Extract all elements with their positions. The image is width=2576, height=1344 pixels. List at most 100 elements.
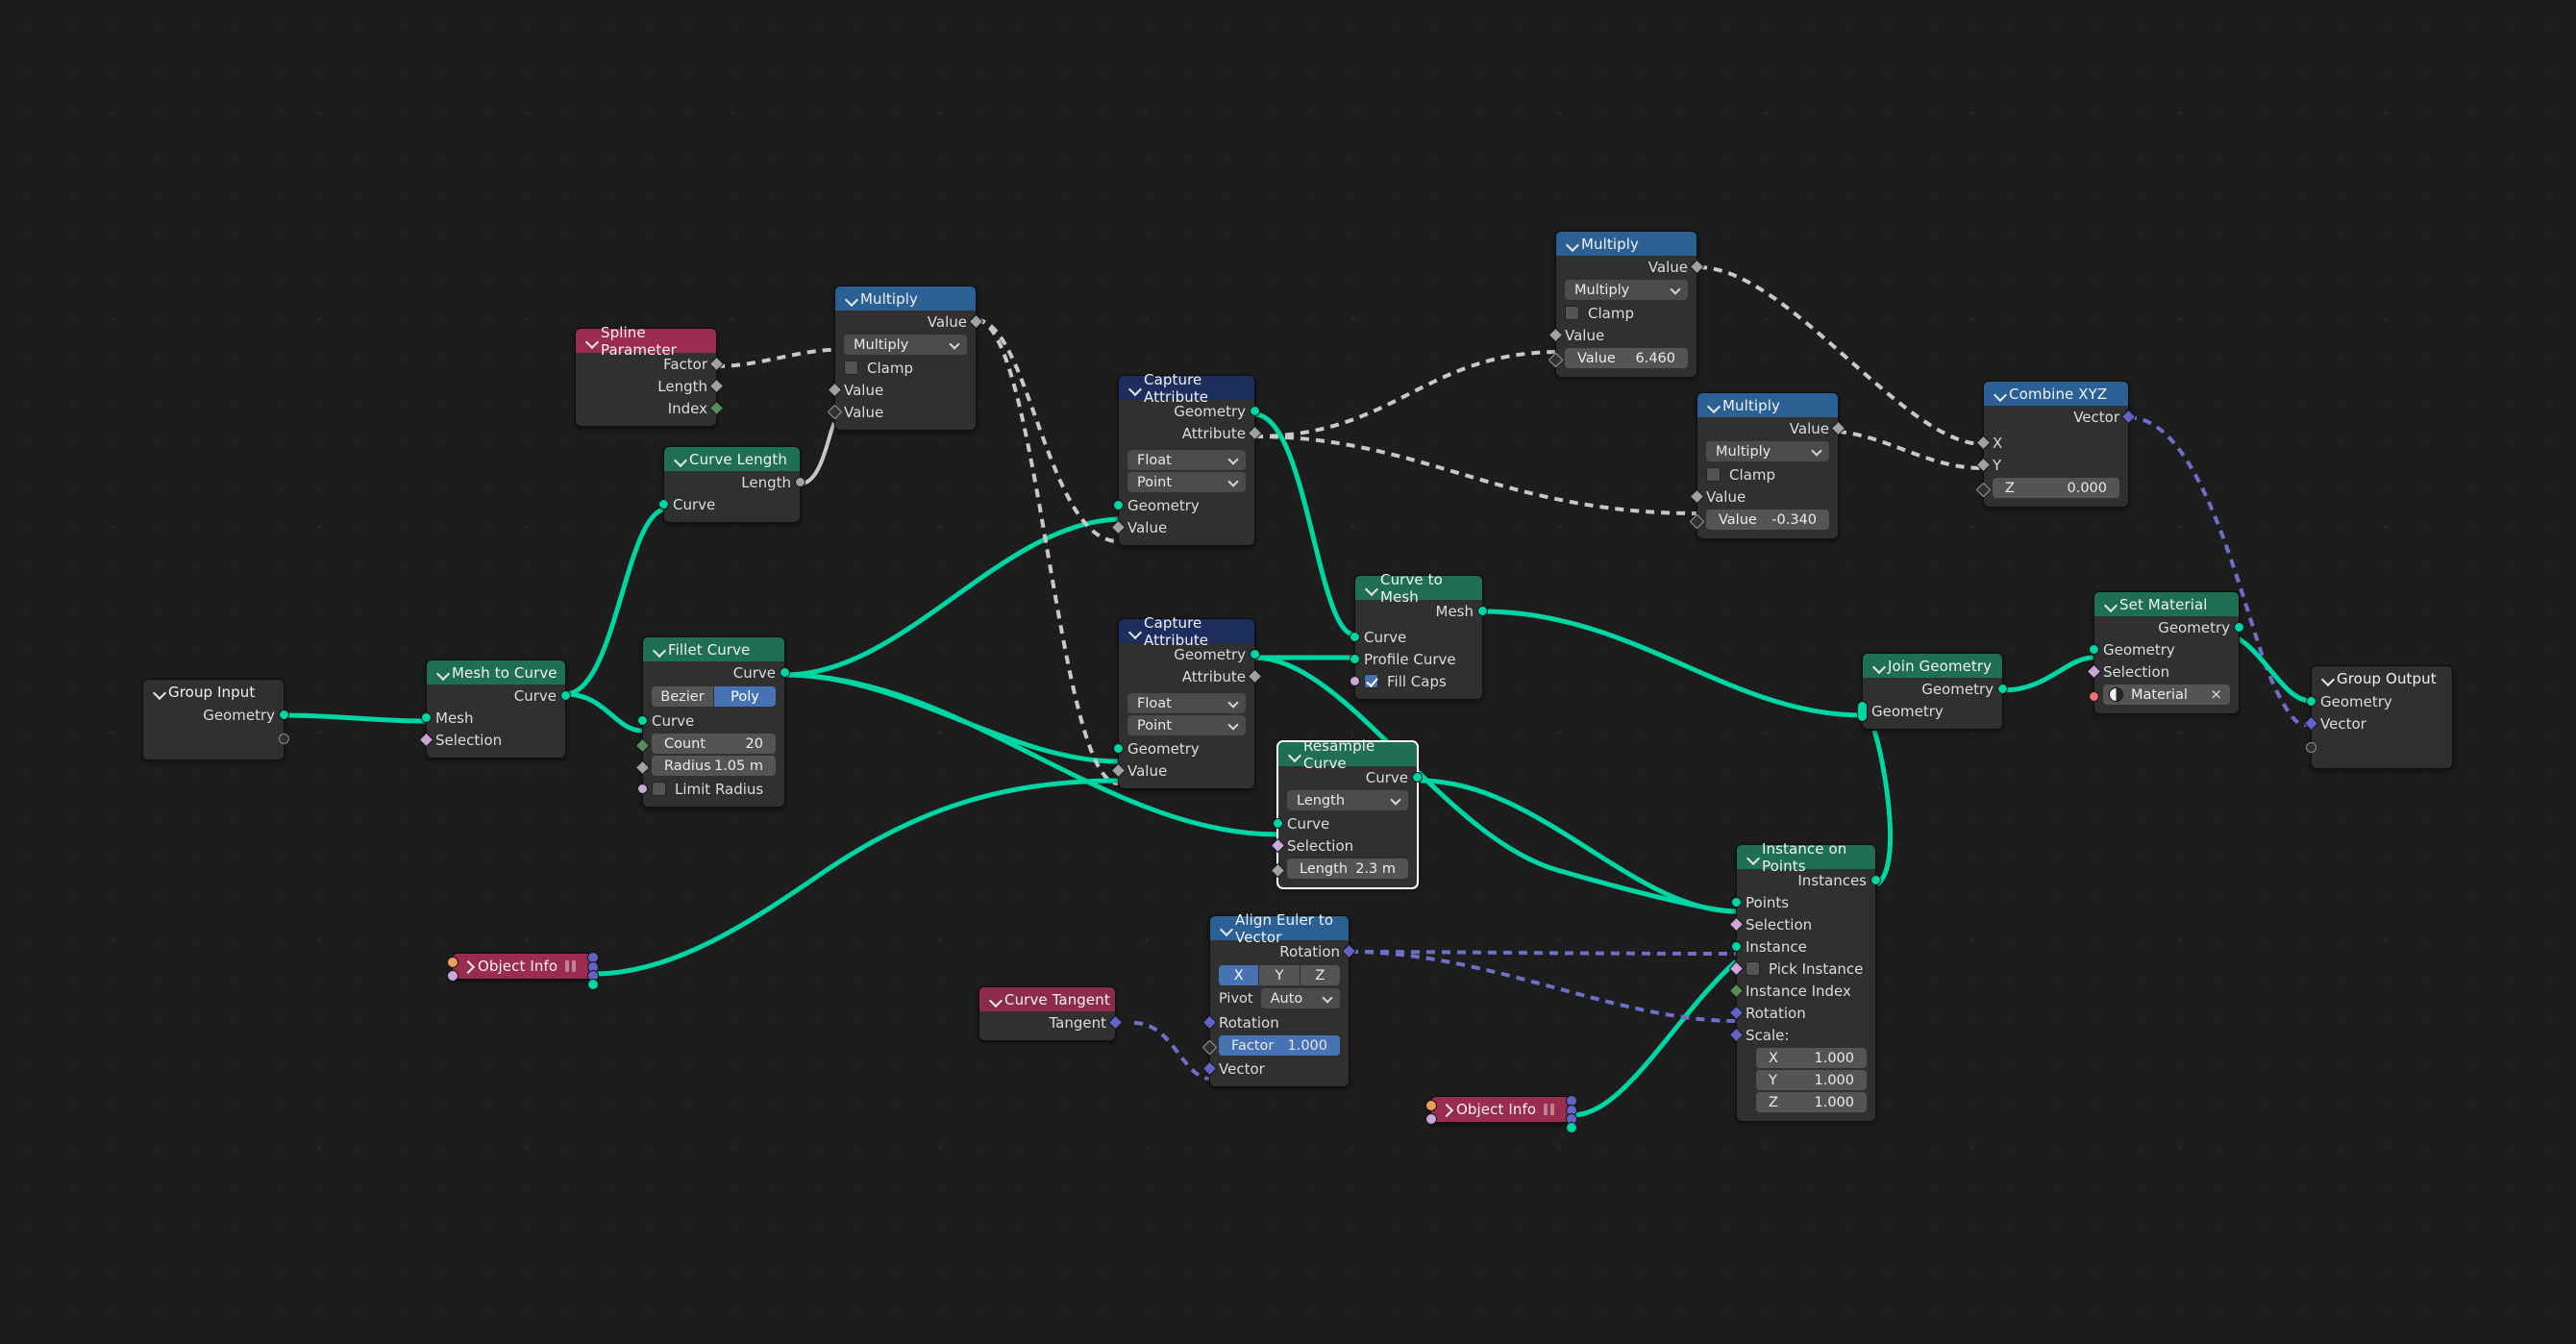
clamp-row[interactable]: Clamp	[835, 357, 976, 379]
socket-geometry-out[interactable]	[279, 709, 289, 720]
axis-z-button[interactable]: Z	[1300, 965, 1340, 985]
pivot-dropdown[interactable]: Auto	[1260, 988, 1340, 1008]
collapse-triangle-icon[interactable]	[2103, 596, 2119, 612]
socket-factor-in[interactable]	[1201, 1039, 1218, 1056]
pick-instance-checkbox[interactable]	[1746, 961, 1760, 976]
socket-fill-caps-in[interactable]	[1350, 676, 1360, 686]
socket-profile-curve-in[interactable]	[1350, 654, 1360, 664]
socket-geometry-in[interactable]	[1113, 500, 1124, 510]
node-header[interactable]: Group Input	[143, 680, 284, 704]
node-header[interactable]: Align Euler to Vector	[1210, 911, 1349, 946]
collapse-triangle-icon[interactable]	[1127, 623, 1144, 639]
socket-limit-radius-in[interactable]	[637, 784, 648, 794]
factor-slider[interactable]: Factor 1.000	[1219, 1035, 1340, 1056]
socket-selection-in[interactable]	[418, 732, 434, 748]
socket-vector-in[interactable]	[2303, 715, 2319, 732]
socket-rotation-in[interactable]	[1201, 1014, 1218, 1031]
operation-dropdown[interactable]: Multiply	[1706, 441, 1829, 461]
socket-curve-in[interactable]	[1350, 632, 1360, 642]
node-mesh-to-curve[interactable]: Mesh to Curve Curve Mesh Selection	[418, 660, 571, 759]
collapse-triangle-icon[interactable]	[1287, 746, 1303, 762]
axis-toggle[interactable]: X Y Z	[1219, 965, 1340, 985]
socket-length-out[interactable]	[708, 378, 725, 394]
node-header[interactable]: Object Info	[1431, 1097, 1572, 1122]
socket-selection-in[interactable]	[2086, 663, 2102, 680]
data-type-dropdown[interactable]: Float	[1127, 450, 1246, 470]
socket-object-in[interactable]	[1425, 1100, 1437, 1111]
socket-value-in[interactable]	[1110, 519, 1127, 535]
length-field[interactable]: Length 2.3 m	[1287, 859, 1408, 879]
socket-value-in[interactable]	[1689, 488, 1705, 505]
collapse-triangle-icon[interactable]	[652, 641, 668, 658]
socket-curve-in[interactable]	[1273, 818, 1283, 829]
scale-x-field[interactable]: X 1.000	[1756, 1048, 1867, 1068]
socket-material-in[interactable]	[2089, 691, 2099, 702]
node-header[interactable]: Object Info	[453, 954, 593, 979]
socket-rotation-in[interactable]	[1728, 1005, 1745, 1021]
collapse-triangle-icon[interactable]	[673, 451, 689, 467]
value-field[interactable]: Value 6.460	[1565, 348, 1688, 368]
socket-value-in[interactable]	[1110, 762, 1127, 779]
socket-index-out[interactable]	[708, 400, 725, 416]
collapse-triangle-icon[interactable]	[1127, 380, 1144, 396]
node-header[interactable]: Group Output	[2312, 666, 2452, 690]
node-curve-to-mesh[interactable]: Curve to Mesh Mesh Curve Profile Curve F…	[1350, 571, 1488, 700]
clamp-checkbox[interactable]	[1565, 306, 1579, 320]
socket-z-in[interactable]	[1975, 482, 1992, 498]
clamp-checkbox[interactable]	[1706, 467, 1721, 482]
node-resample-curve[interactable]: Resample Curve Curve Length Curve Select…	[1270, 737, 1423, 888]
socket-y-in[interactable]	[1975, 457, 1992, 473]
socket-curve-out[interactable]	[1412, 772, 1423, 783]
collapse-triangle-icon[interactable]	[1706, 397, 1722, 413]
socket-instance-index-in[interactable]	[1728, 983, 1745, 999]
socket-length-in[interactable]	[1270, 862, 1286, 879]
socket-geometry-in[interactable]	[2089, 644, 2099, 655]
node-header[interactable]: Capture Attribute	[1119, 371, 1254, 406]
socket-selection-in[interactable]	[1728, 916, 1745, 933]
node-multiply-low[interactable]: Multiply Value Multiply Clamp Value Valu…	[1689, 392, 1846, 539]
node-curve-length[interactable]: Curve Length Length Curve	[658, 446, 805, 523]
node-header[interactable]: Mesh to Curve	[427, 660, 565, 684]
fillet-mode-bezier[interactable]: Bezier	[652, 686, 714, 707]
socket-radius-in[interactable]	[634, 759, 651, 776]
socket-instances-out[interactable]	[1870, 875, 1881, 885]
socket-value-field-in[interactable]	[1548, 352, 1564, 368]
socket-virtual-in[interactable]	[2306, 742, 2316, 753]
node-spline-parameter[interactable]: Spline Parameter Factor Length Index	[575, 324, 725, 427]
collapse-triangle-icon[interactable]	[1565, 236, 1581, 252]
socket-scale-in[interactable]	[1728, 1027, 1745, 1043]
socket-value-out[interactable]	[1830, 420, 1846, 436]
scale-y-field[interactable]: Y 1.000	[1756, 1070, 1867, 1090]
socket-value-out[interactable]	[968, 313, 984, 330]
operation-dropdown[interactable]: Multiply	[1565, 280, 1688, 300]
node-header[interactable]: Resample Curve	[1278, 737, 1417, 772]
fillet-mode-poly[interactable]: Poly	[714, 686, 776, 707]
clamp-checkbox[interactable]	[844, 361, 858, 375]
clamp-row[interactable]: Clamp	[1556, 302, 1697, 324]
socket-geometry-out[interactable]	[1250, 649, 1260, 660]
node-multiply-top[interactable]: Multiply Value Multiply Clamp Value Valu…	[827, 286, 984, 431]
node-header[interactable]: Multiply	[835, 286, 976, 311]
domain-dropdown[interactable]: Point	[1127, 715, 1246, 735]
collapse-triangle-icon[interactable]	[435, 664, 452, 681]
socket-x-in[interactable]	[1975, 435, 1992, 451]
socket-pick-instance-in[interactable]	[1728, 960, 1745, 977]
node-header[interactable]: Curve to Mesh	[1355, 571, 1482, 606]
collapse-triangle-icon[interactable]	[1219, 920, 1235, 936]
node-object-info-2[interactable]: Object Info	[1425, 1095, 1577, 1133]
fill-caps-checkbox[interactable]	[1364, 674, 1378, 688]
mode-dropdown[interactable]: Length	[1287, 790, 1408, 810]
node-object-info-1[interactable]: Object Info	[447, 952, 599, 990]
socket-tangent-out[interactable]	[1107, 1014, 1124, 1031]
collapse-triangle-icon[interactable]	[1871, 658, 1888, 674]
socket-points-in[interactable]	[1731, 897, 1742, 908]
count-field[interactable]: Count 20	[652, 734, 776, 754]
data-type-dropdown[interactable]: Float	[1127, 693, 1246, 713]
node-header[interactable]: Curve Length	[664, 447, 800, 471]
socket-curve-out[interactable]	[560, 690, 571, 701]
node-instance-on-points[interactable]: Instance on Points Instances Points Sele…	[1728, 840, 1881, 1122]
socket-geometry-in[interactable]	[2306, 696, 2316, 707]
node-curve-tangent[interactable]: Curve Tangent Tangent	[978, 986, 1124, 1041]
node-capture-attribute-1[interactable]: Capture Attribute Geometry Attribute Flo…	[1110, 371, 1263, 546]
socket-value-field-in[interactable]	[1689, 513, 1705, 530]
